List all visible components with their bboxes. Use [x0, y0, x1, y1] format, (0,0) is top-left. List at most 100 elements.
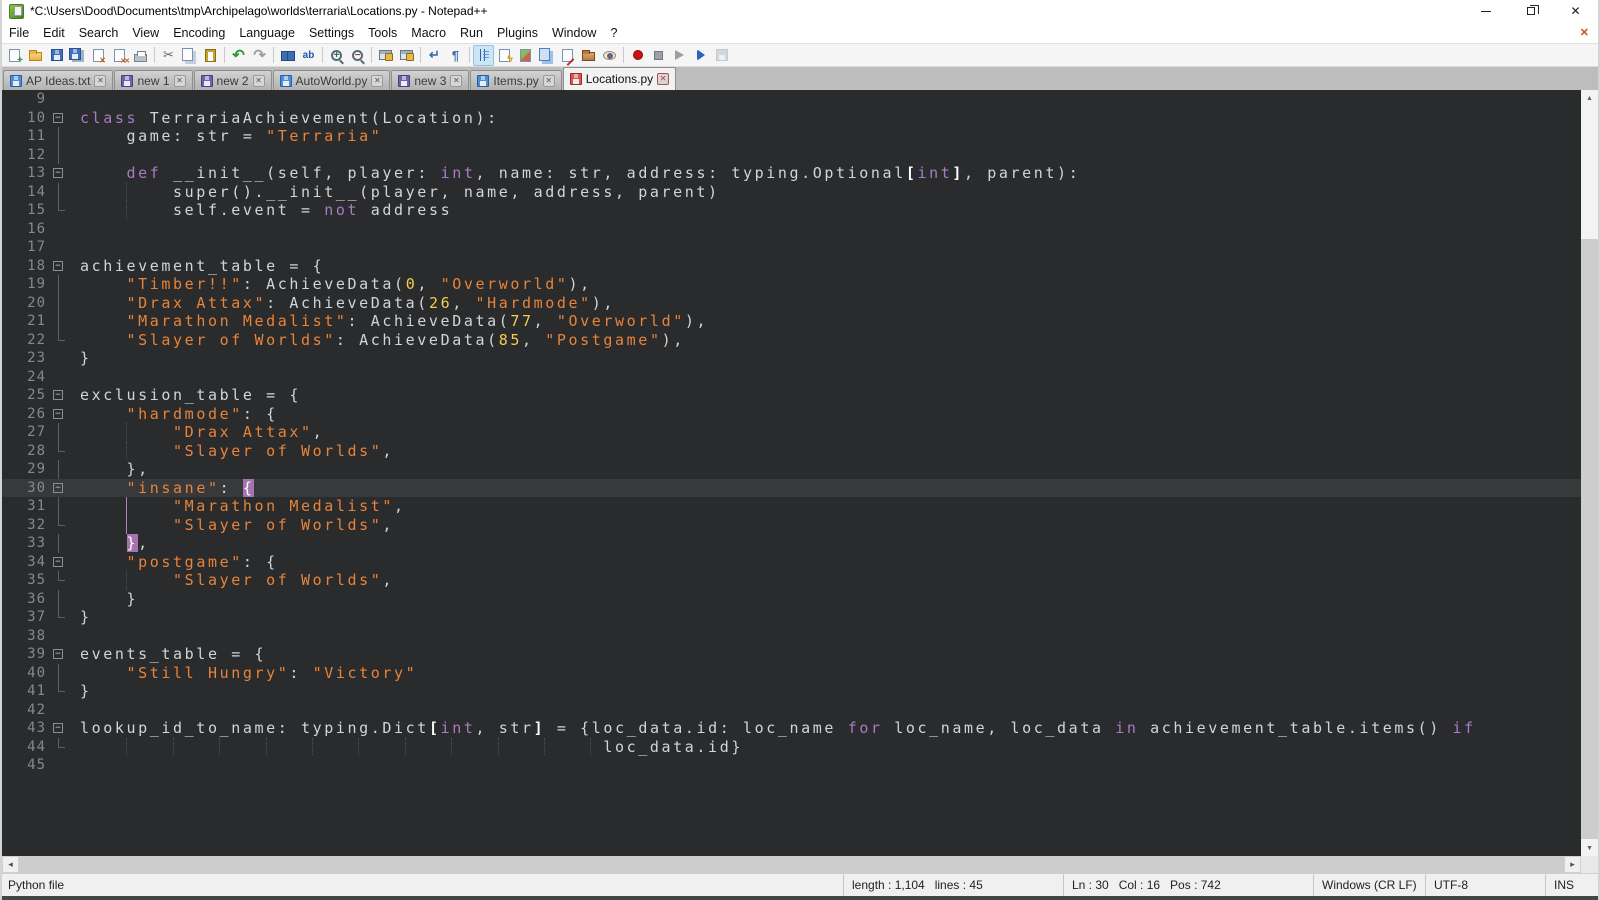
redo-button[interactable]: ↷ [249, 45, 270, 66]
fold-box-icon[interactable]: − [53, 649, 63, 659]
close-button[interactable]: ✕ [1553, 0, 1598, 22]
fold-box-icon[interactable]: − [53, 557, 63, 567]
fold-box-icon[interactable]: − [53, 261, 63, 271]
minimize-button[interactable] [1463, 0, 1508, 22]
code-line-25[interactable]: 25−exclusion_table = { [2, 386, 1581, 405]
folder-as-workspace-button[interactable] [578, 45, 599, 66]
code-line-32[interactable]: 32 "Slayer of Worlds", [2, 516, 1581, 535]
code-line-45[interactable]: 45 [2, 756, 1581, 775]
find-button[interactable] [277, 45, 298, 66]
tab-new-3[interactable]: new 3✕ [391, 70, 469, 90]
tab-autoworld-py[interactable]: AutoWorld.py✕ [273, 70, 391, 90]
print-button[interactable] [130, 45, 151, 66]
show-all-characters-button[interactable]: ¶ [445, 45, 466, 66]
tab-ap-ideas-txt[interactable]: AP Ideas.txt✕ [3, 70, 113, 90]
code-line-14[interactable]: 14 super().__init__(player, name, addres… [2, 183, 1581, 202]
tab-close-icon[interactable]: ✕ [253, 75, 265, 87]
menu-item-window[interactable]: Window [545, 24, 603, 42]
scroll-left-arrow-icon[interactable]: ◂ [2, 856, 19, 873]
tab-close-icon[interactable]: ✕ [174, 75, 186, 87]
menu-item-search[interactable]: Search [72, 24, 126, 42]
code-line-15[interactable]: 15 self.event = not address [2, 201, 1581, 220]
code-line-40[interactable]: 40 "Still Hungry": "Victory" [2, 664, 1581, 683]
copy-button[interactable] [179, 45, 200, 66]
code-line-10[interactable]: 10−class TerrariaAchievement(Location): [2, 109, 1581, 128]
code-line-23[interactable]: 23} [2, 349, 1581, 368]
status-eol-format[interactable]: Windows (CR LF) [1314, 874, 1426, 896]
code-line-24[interactable]: 24 [2, 368, 1581, 387]
code-line-11[interactable]: 11 game: str = "Terraria" [2, 127, 1581, 146]
code-line-12[interactable]: 12 [2, 146, 1581, 165]
word-wrap-button[interactable]: ↵ [424, 45, 445, 66]
document-list-button[interactable] [536, 45, 557, 66]
sync-vertical-scroll-button[interactable] [375, 45, 396, 66]
code-line-9[interactable]: 9 [2, 90, 1581, 109]
code-line-38[interactable]: 38 [2, 627, 1581, 646]
close-file-button[interactable] [88, 45, 109, 66]
paste-button[interactable] [200, 45, 221, 66]
code-line-41[interactable]: 41} [2, 682, 1581, 701]
tab-close-icon[interactable]: ✕ [543, 75, 555, 87]
fold-box-icon[interactable]: − [53, 409, 63, 419]
code-line-36[interactable]: 36 } [2, 590, 1581, 609]
tab-close-icon[interactable]: ✕ [657, 73, 669, 85]
code-line-20[interactable]: 20 "Drax Attax": AchieveData(26, "Hardmo… [2, 294, 1581, 313]
code-line-28[interactable]: 28 "Slayer of Worlds", [2, 442, 1581, 461]
show-indent-guide-button[interactable] [473, 45, 494, 66]
restore-button[interactable] [1508, 0, 1553, 22]
menu-item-plugins[interactable]: Plugins [490, 24, 545, 42]
tab-new-2[interactable]: new 2✕ [194, 70, 272, 90]
menu-item-encoding[interactable]: Encoding [166, 24, 232, 42]
code-line-21[interactable]: 21 "Marathon Medalist": AchieveData(77, … [2, 312, 1581, 331]
tab-new-1[interactable]: new 1✕ [114, 70, 192, 90]
status-encoding[interactable]: UTF-8 [1426, 874, 1546, 896]
open-file-button[interactable] [25, 45, 46, 66]
code-line-16[interactable]: 16 [2, 220, 1581, 239]
menu-item-view[interactable]: View [125, 24, 166, 42]
code-line-35[interactable]: 35 "Slayer of Worlds", [2, 571, 1581, 590]
sync-horizontal-scroll-button[interactable] [396, 45, 417, 66]
code-line-18[interactable]: 18−achievement_table = { [2, 257, 1581, 276]
zoom-out-button[interactable]: − [347, 45, 368, 66]
code-line-33[interactable]: 33 }, [2, 534, 1581, 553]
menu-item-language[interactable]: Language [232, 24, 302, 42]
function-list-button[interactable] [494, 45, 515, 66]
code-editor[interactable]: 910−class TerrariaAchievement(Location):… [2, 90, 1581, 856]
code-line-19[interactable]: 19 "Timber!!": AchieveData(0, "Overworld… [2, 275, 1581, 294]
document-map-button[interactable] [515, 45, 536, 66]
menu-item-edit[interactable]: Edit [36, 24, 72, 42]
code-line-44[interactable]: 44 loc_data.id} [2, 738, 1581, 757]
horizontal-scrollbar[interactable]: ◂ ▸ [2, 856, 1598, 873]
save-all-button[interactable] [67, 45, 88, 66]
vertical-scrollbar-thumb[interactable] [1581, 239, 1598, 839]
fold-box-icon[interactable]: − [53, 723, 63, 733]
tab-close-icon[interactable]: ✕ [371, 75, 383, 87]
code-line-39[interactable]: 39−events_table = { [2, 645, 1581, 664]
macro-stop-button[interactable] [648, 45, 669, 66]
macro-play-button[interactable] [669, 45, 690, 66]
code-line-17[interactable]: 17 [2, 238, 1581, 257]
close-all-button[interactable] [109, 45, 130, 66]
macro-record-button[interactable] [627, 45, 648, 66]
undo-button[interactable]: ↶ [228, 45, 249, 66]
replace-button[interactable]: ab [298, 45, 319, 66]
horizontal-scrollbar-thumb[interactable] [19, 856, 1564, 873]
vertical-scrollbar[interactable]: ▲ ▲ [1581, 90, 1598, 856]
cut-button[interactable]: ✂ [158, 45, 179, 66]
scroll-right-arrow-icon[interactable]: ▸ [1564, 856, 1581, 873]
status-insert-mode[interactable]: INS [1546, 874, 1598, 896]
code-line-27[interactable]: 27 "Drax Attax", [2, 423, 1581, 442]
tab-items-py[interactable]: Items.py✕ [470, 70, 561, 90]
save-file-button[interactable] [46, 45, 67, 66]
code-line-31[interactable]: 31 "Marathon Medalist", [2, 497, 1581, 516]
code-line-30[interactable]: 30− "insane": { [2, 479, 1581, 498]
menu-item-tools[interactable]: Tools [361, 24, 404, 42]
macro-run-multiple-button[interactable] [690, 45, 711, 66]
menu-item-file[interactable]: File [2, 24, 36, 42]
menu-item-run[interactable]: Run [453, 24, 490, 42]
menu-item-macro[interactable]: Macro [404, 24, 453, 42]
document-monitor-button[interactable] [599, 45, 620, 66]
zoom-in-button[interactable]: + [326, 45, 347, 66]
new-file-button[interactable] [4, 45, 25, 66]
tab-locations-py[interactable]: Locations.py✕ [563, 67, 676, 90]
